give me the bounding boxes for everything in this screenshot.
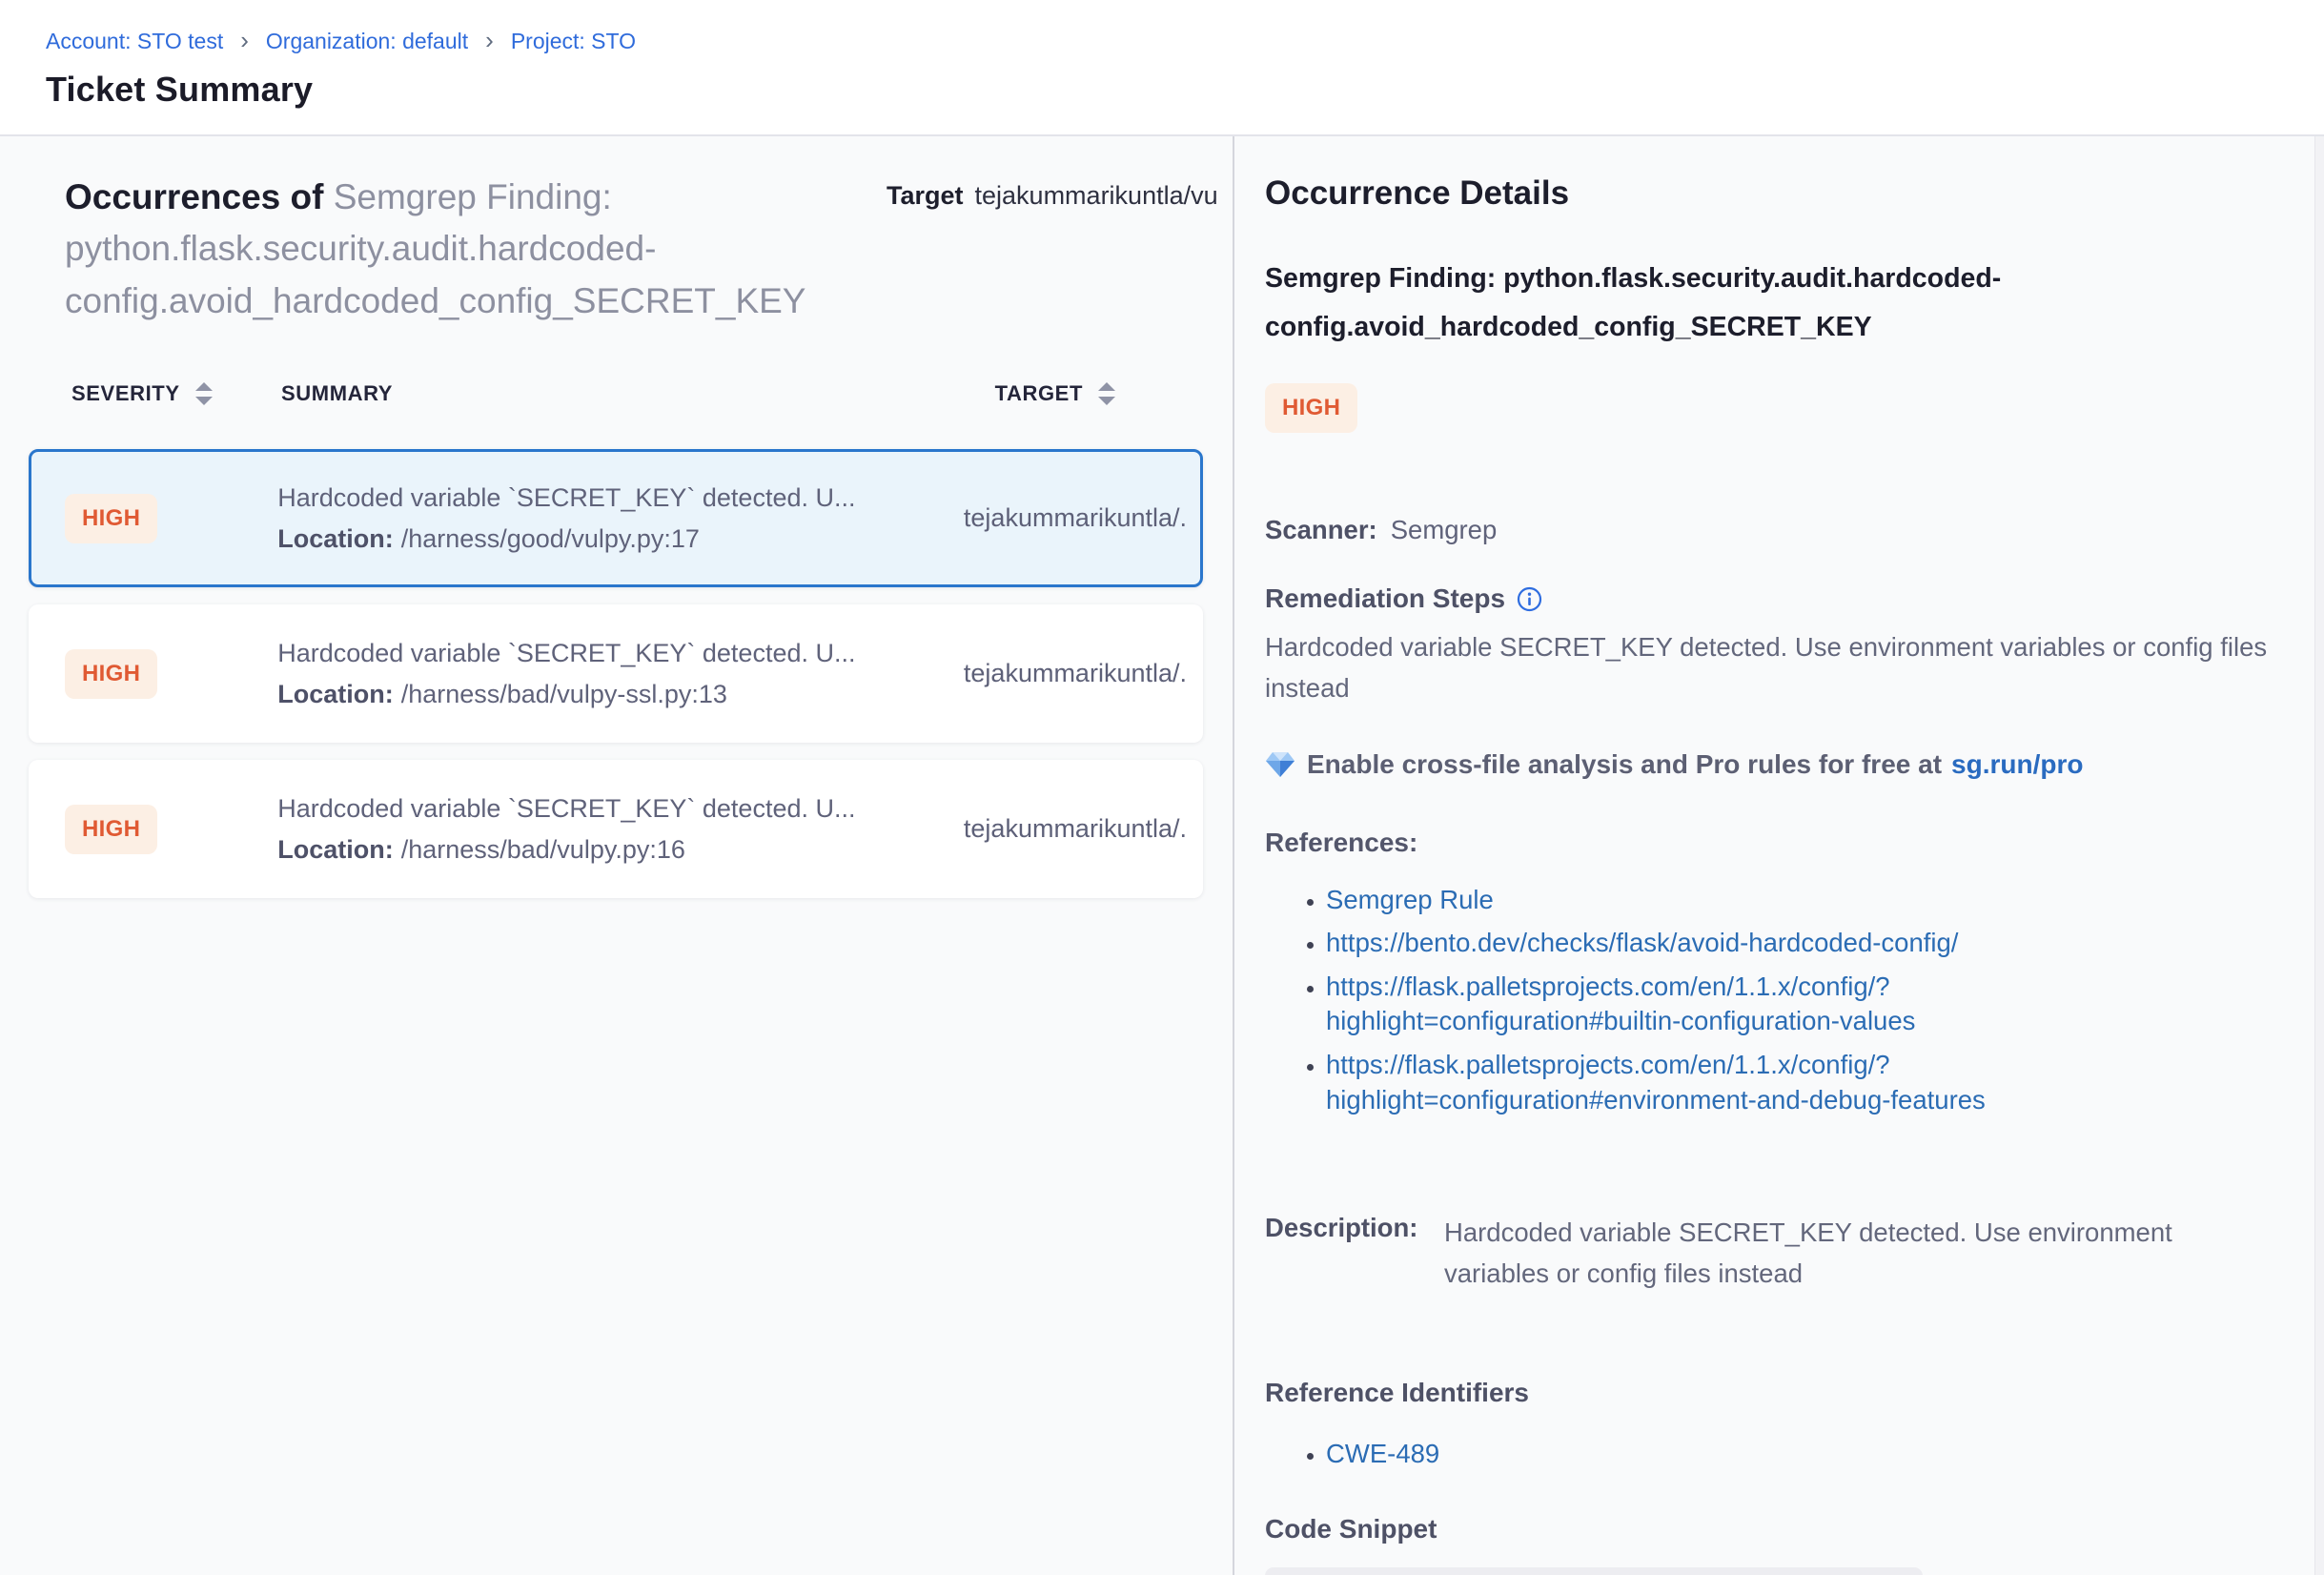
row-target: tejakummarikuntla/. <box>964 814 1187 844</box>
severity-badge: HIGH <box>65 494 157 543</box>
promo-text: Enable cross-file analysis and Pro rules… <box>1307 749 1942 780</box>
pro-rules-promo: Enable cross-file analysis and Pro rules… <box>1265 749 2280 780</box>
occurrences-title: Occurrences of Semgrep Finding: python.f… <box>65 172 887 327</box>
occurrences-header: Occurrences of Semgrep Finding: python.f… <box>65 172 1233 327</box>
reference-identifiers-label: Reference Identifiers <box>1265 1378 2280 1408</box>
reference-link-flask-builtin[interactable]: https://flask.palletsprojects.com/en/1.1… <box>1326 972 1915 1036</box>
reference-identifier-item: CWE-489 <box>1326 1437 2089 1472</box>
severity-badge: HIGH <box>65 805 157 854</box>
remediation-steps-header: Remediation Steps <box>1265 583 2280 614</box>
sort-icon[interactable] <box>194 380 214 407</box>
occurrences-row-list: HIGH Hardcoded variable `SECRET_KEY` det… <box>29 449 1203 898</box>
reference-identifiers-list: CWE-489 <box>1265 1437 2280 1472</box>
description-label: Description: <box>1265 1213 1444 1294</box>
row-location-label: Location: <box>277 680 394 708</box>
page-header: Account: STO test › Organization: defaul… <box>0 0 2324 136</box>
target-value: tejakummarikuntla/vu <box>975 181 1218 210</box>
row-location-label: Location: <box>277 524 394 553</box>
breadcrumb-organization-link[interactable]: Organization: default <box>266 29 468 54</box>
breadcrumb-separator-icon: › <box>485 28 494 52</box>
breadcrumb: Account: STO test › Organization: defaul… <box>46 29 2324 54</box>
scanner-row: Scanner: Semgrep <box>1265 515 2280 545</box>
column-header-target[interactable]: TARGET <box>995 380 1117 407</box>
cwe-link[interactable]: CWE-489 <box>1326 1439 1439 1468</box>
occurrence-row-1[interactable]: HIGH Hardcoded variable `SECRET_KEY` det… <box>29 449 1203 587</box>
reference-link-semgrep-rule[interactable]: Semgrep Rule <box>1326 885 1494 914</box>
description-text: Hardcoded variable SECRET_KEY detected. … <box>1444 1213 2235 1294</box>
reference-item: https://flask.palletsprojects.com/en/1.1… <box>1326 970 2089 1039</box>
description-row: Description: Hardcoded variable SECRET_K… <box>1265 1213 2280 1294</box>
reference-link-flask-env[interactable]: https://flask.palletsprojects.com/en/1.1… <box>1326 1050 1986 1115</box>
code-block-partial <box>1265 1567 1923 1575</box>
reference-item: https://flask.palletsprojects.com/en/1.1… <box>1326 1048 2089 1117</box>
page-title: Ticket Summary <box>46 70 2324 110</box>
scrollbar[interactable] <box>2314 136 2324 1575</box>
code-snippet-label: Code Snippet <box>1265 1514 2280 1544</box>
promo-link[interactable]: sg.run/pro <box>1951 749 2083 780</box>
column-header-target-label: TARGET <box>995 381 1083 406</box>
row-location-label: Location: <box>277 835 394 864</box>
main-content: Occurrences of Semgrep Finding: python.f… <box>0 136 2324 1575</box>
occurrences-target: Target tejakummarikuntla/vu <box>887 172 1233 327</box>
reference-item: https://bento.dev/checks/flask/avoid-har… <box>1326 926 2089 961</box>
remediation-steps-label: Remediation Steps <box>1265 583 1505 614</box>
row-summary-text: Hardcoded variable `SECRET_KEY` detected… <box>277 794 964 824</box>
reference-link-bento[interactable]: https://bento.dev/checks/flask/avoid-har… <box>1326 928 1958 957</box>
row-summary: Hardcoded variable `SECRET_KEY` detected… <box>277 794 964 865</box>
row-target: tejakummarikuntla/. <box>964 503 1187 533</box>
occurrence-row-2[interactable]: HIGH Hardcoded variable `SECRET_KEY` det… <box>29 604 1203 743</box>
breadcrumb-account-link[interactable]: Account: STO test <box>46 29 223 54</box>
breadcrumb-separator-icon: › <box>240 28 249 52</box>
sort-icon[interactable] <box>1096 380 1117 407</box>
remediation-text: Hardcoded variable SECRET_KEY detected. … <box>1265 627 2280 708</box>
references-list: Semgrep Rule https://bento.dev/checks/fl… <box>1265 883 2280 1117</box>
occurrence-details-title: Occurrence Details <box>1265 174 2280 213</box>
scanner-value: Semgrep <box>1391 515 1498 544</box>
occurrences-panel: Occurrences of Semgrep Finding: python.f… <box>0 136 1234 1575</box>
row-summary: Hardcoded variable `SECRET_KEY` detected… <box>277 483 964 554</box>
row-location-value: /harness/bad/vulpy-ssl.py:13 <box>401 680 727 708</box>
occurrences-title-prefix: Occurrences of <box>65 177 334 216</box>
row-summary-text: Hardcoded variable `SECRET_KEY` detected… <box>277 483 964 513</box>
reference-item: Semgrep Rule <box>1326 883 2089 918</box>
column-header-severity[interactable]: SEVERITY <box>71 380 281 407</box>
severity-badge: HIGH <box>65 649 157 699</box>
column-header-summary-label: SUMMARY <box>281 381 393 405</box>
references-label: References: <box>1265 828 2280 858</box>
breadcrumb-project-link[interactable]: Project: STO <box>511 29 636 54</box>
scanner-label: Scanner: <box>1265 515 1377 544</box>
row-location-value: /harness/bad/vulpy.py:16 <box>401 835 685 864</box>
target-label: Target <box>887 181 964 210</box>
occurrence-details-panel: Occurrence Details Semgrep Finding: pyth… <box>1234 136 2324 1575</box>
column-header-summary[interactable]: SUMMARY <box>281 381 995 406</box>
row-location-value: /harness/good/vulpy.py:17 <box>401 524 700 553</box>
finding-title: Semgrep Finding: python.flask.security.a… <box>1265 255 2280 351</box>
info-icon[interactable] <box>1517 586 1542 612</box>
occurrences-table-header: SEVERITY SUMMARY TARGET <box>29 380 1203 407</box>
column-header-severity-label: SEVERITY <box>71 381 180 406</box>
row-target: tejakummarikuntla/. <box>964 659 1187 688</box>
gem-icon <box>1265 750 1295 779</box>
row-summary: Hardcoded variable `SECRET_KEY` detected… <box>277 639 964 709</box>
row-summary-text: Hardcoded variable `SECRET_KEY` detected… <box>277 639 964 668</box>
occurrence-row-3[interactable]: HIGH Hardcoded variable `SECRET_KEY` det… <box>29 760 1203 898</box>
severity-badge: HIGH <box>1265 383 1357 433</box>
